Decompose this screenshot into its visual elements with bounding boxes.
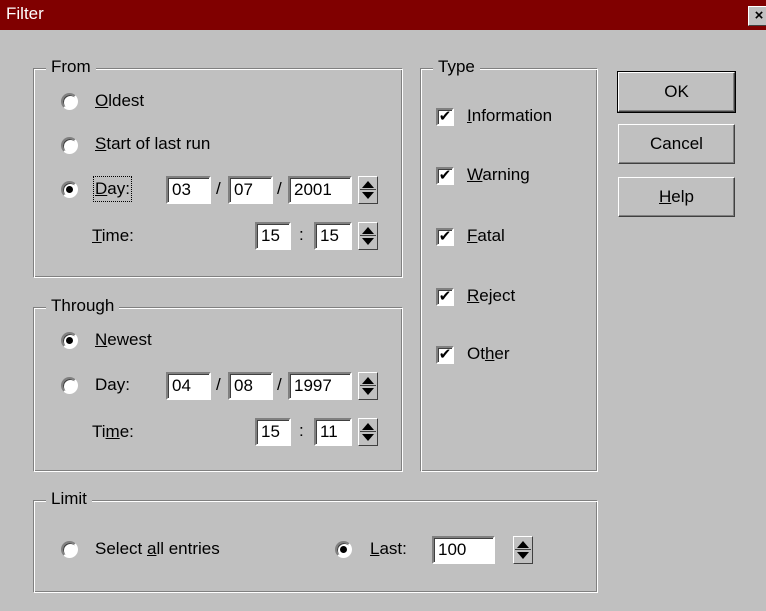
spin-up-icon[interactable] bbox=[362, 227, 374, 234]
ok-button[interactable]: OK bbox=[617, 71, 736, 113]
from-oldest-label[interactable]: Oldest bbox=[95, 90, 144, 112]
from-legend: From bbox=[46, 57, 96, 77]
date-separator: / bbox=[216, 375, 221, 394]
last-count-spinner[interactable] bbox=[513, 536, 533, 564]
information-checkbox[interactable]: ✔ bbox=[436, 108, 454, 126]
other-checkbox[interactable]: ✔ bbox=[436, 346, 454, 364]
spin-up-icon[interactable] bbox=[362, 377, 374, 384]
through-year-field[interactable]: 1997 bbox=[288, 372, 352, 400]
spin-down-icon[interactable] bbox=[517, 552, 529, 559]
through-newest-radio[interactable] bbox=[61, 332, 78, 349]
help-button[interactable]: Help bbox=[618, 177, 735, 217]
through-month-field[interactable]: 04 bbox=[166, 372, 211, 400]
from-month-field[interactable]: 03 bbox=[166, 176, 211, 204]
through-day-radio[interactable] bbox=[61, 377, 78, 394]
last-radio[interactable] bbox=[335, 541, 352, 558]
reject-checkbox[interactable]: ✔ bbox=[436, 288, 454, 306]
spin-down-icon[interactable] bbox=[362, 192, 374, 199]
from-hour-field[interactable]: 15 bbox=[255, 222, 291, 250]
through-day-field[interactable]: 08 bbox=[228, 372, 273, 400]
through-legend: Through bbox=[46, 296, 120, 316]
window-title: Filter bbox=[6, 4, 44, 23]
from-day-field[interactable]: 07 bbox=[228, 176, 273, 204]
from-start-of-last-run-label[interactable]: Start of last run bbox=[95, 133, 210, 155]
through-time-label: Time: bbox=[92, 422, 134, 441]
time-separator: : bbox=[299, 225, 304, 244]
from-oldest-radio[interactable] bbox=[61, 93, 78, 110]
from-day-radio[interactable] bbox=[61, 181, 78, 198]
spin-up-icon[interactable] bbox=[362, 181, 374, 188]
fatal-label[interactable]: Fatal bbox=[467, 225, 505, 247]
fatal-checkbox[interactable]: ✔ bbox=[436, 228, 454, 246]
select-all-entries-label[interactable]: Select all entries bbox=[95, 538, 220, 560]
from-start-of-last-run-radio[interactable] bbox=[61, 137, 78, 154]
date-separator: / bbox=[277, 375, 282, 394]
spin-down-icon[interactable] bbox=[362, 388, 374, 395]
through-day-label[interactable]: Day: bbox=[95, 374, 130, 396]
warning-checkbox[interactable]: ✔ bbox=[436, 167, 454, 185]
through-time-spinner[interactable] bbox=[358, 418, 378, 446]
spin-down-icon[interactable] bbox=[362, 434, 374, 441]
last-label[interactable]: Last: bbox=[370, 538, 407, 560]
warning-label[interactable]: Warning bbox=[467, 164, 530, 186]
date-separator: / bbox=[216, 179, 221, 198]
from-minute-field[interactable]: 15 bbox=[314, 222, 352, 250]
through-minute-field[interactable]: 11 bbox=[314, 418, 352, 446]
last-count-field[interactable]: 100 bbox=[432, 536, 495, 564]
select-all-entries-radio[interactable] bbox=[61, 541, 78, 558]
spin-up-icon[interactable] bbox=[362, 423, 374, 430]
from-time-label: Time: bbox=[92, 226, 134, 245]
through-newest-label[interactable]: Newest bbox=[95, 329, 152, 351]
filter-dialog: Filter × From Oldest Start of last run D… bbox=[0, 0, 766, 611]
title-bar: Filter × bbox=[0, 0, 766, 30]
spin-down-icon[interactable] bbox=[362, 238, 374, 245]
reject-label[interactable]: Reject bbox=[467, 285, 515, 307]
spin-up-icon[interactable] bbox=[517, 541, 529, 548]
date-separator: / bbox=[277, 179, 282, 198]
time-separator: : bbox=[299, 421, 304, 440]
type-legend: Type bbox=[433, 57, 480, 77]
limit-legend: Limit bbox=[46, 489, 92, 509]
from-year-field[interactable]: 2001 bbox=[288, 176, 352, 204]
through-date-spinner[interactable] bbox=[358, 372, 378, 400]
from-day-label[interactable]: Day: bbox=[93, 176, 132, 202]
information-label[interactable]: Information bbox=[467, 105, 552, 127]
through-hour-field[interactable]: 15 bbox=[255, 418, 291, 446]
type-group: Type bbox=[420, 57, 598, 472]
other-label[interactable]: Other bbox=[467, 343, 510, 365]
from-date-spinner[interactable] bbox=[358, 176, 378, 204]
close-button[interactable]: × bbox=[748, 6, 766, 26]
cancel-button[interactable]: Cancel bbox=[618, 124, 735, 164]
from-time-spinner[interactable] bbox=[358, 222, 378, 250]
